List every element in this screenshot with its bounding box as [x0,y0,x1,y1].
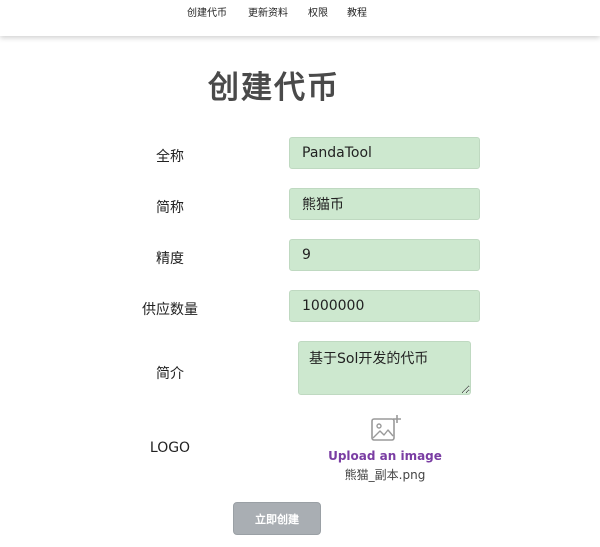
nav-item-permissions[interactable]: 权限 [308,4,328,19]
full-name-label: 全称 [156,149,184,165]
page-title: 创建代币 [208,70,340,106]
symbol-label: 简称 [156,200,184,216]
logo-label: LOGO [149,440,191,456]
symbol-input[interactable] [289,188,480,220]
image-add-icon[interactable] [370,414,402,444]
nav-item-update-info[interactable]: 更新资料 [248,4,288,19]
supply-label: 供应数量 [142,302,198,318]
uploaded-file-name: 熊猫_副本.png [344,468,426,482]
nav-item-create-token[interactable]: 创建代币 [187,4,227,19]
decimals-input[interactable] [289,239,480,271]
description-textarea[interactable]: 基于Sol开发的代币 [298,341,471,395]
description-label: 简介 [156,366,184,382]
top-navigation: 创建代币 更新资料 权限 教程 [0,0,600,36]
full-name-input[interactable] [289,137,480,169]
supply-input[interactable] [289,290,480,322]
decimals-label: 精度 [156,251,184,267]
create-token-button[interactable]: 立即创建 [233,502,321,535]
upload-image-link[interactable]: Upload an image [320,449,450,463]
nav-item-tutorial[interactable]: 教程 [347,4,367,19]
